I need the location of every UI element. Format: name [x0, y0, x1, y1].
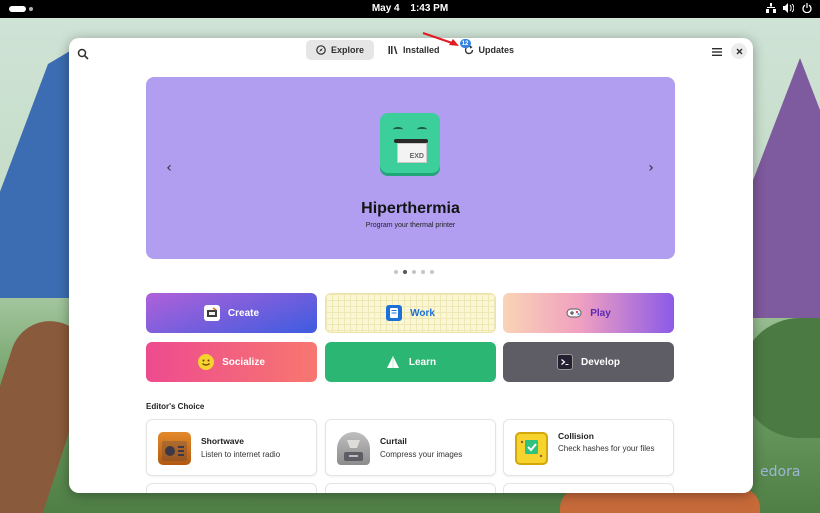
view-switcher: Explore Installed 12 Updates	[306, 39, 525, 60]
refresh-icon: 12	[459, 39, 474, 55]
featured-app-subtitle: Program your thermal printer	[365, 222, 456, 229]
app-card-name: Shortwave	[201, 436, 244, 446]
app-card-collision[interactable]: Collision Check hashes for your files	[503, 419, 674, 476]
app-card-partial[interactable]	[146, 483, 317, 493]
carousel-next-button[interactable]: ›	[644, 160, 658, 176]
work-icon	[386, 305, 403, 321]
tab-updates[interactable]: 12 Updates	[454, 39, 525, 60]
app-card-name: Curtail	[380, 436, 407, 446]
tab-installed[interactable]: Installed	[378, 40, 450, 60]
category-label: Develop	[581, 356, 620, 368]
header-bar: Explore Installed 12 Updates	[69, 38, 753, 64]
featured-app-title: Hiperthermia	[361, 200, 460, 217]
fedora-logo-text: edora	[760, 464, 801, 480]
app-card-shortwave[interactable]: Shortwave Listen to internet radio	[146, 419, 317, 476]
app-card-description: Listen to internet radio	[201, 450, 281, 459]
close-icon	[736, 48, 742, 54]
system-tray[interactable]	[765, 2, 812, 14]
hiperthermia-app-icon: EXD	[380, 113, 440, 173]
learn-icon	[385, 354, 401, 370]
updates-count-badge: 12	[459, 39, 471, 48]
smiley-icon	[198, 354, 215, 370]
app-card-description: Compress your images	[380, 450, 463, 459]
carousel-dot[interactable]	[394, 270, 398, 274]
category-create[interactable]: Create	[146, 293, 317, 333]
category-label: Socialize	[222, 356, 265, 368]
chevron-right-icon: ›	[648, 160, 654, 176]
search-icon[interactable]	[77, 45, 89, 60]
clock[interactable]: May 4 1:43 PM	[0, 3, 820, 14]
collision-icon	[515, 432, 548, 465]
power-icon	[801, 2, 812, 14]
compass-icon	[316, 45, 326, 55]
carousel-dot[interactable]	[412, 270, 416, 274]
carousel-previous-button[interactable]: ‹	[162, 160, 176, 176]
icon-eye	[417, 127, 427, 132]
category-play[interactable]: Play	[503, 293, 674, 333]
carousel-dot[interactable]	[430, 270, 434, 274]
top-bar: May 4 1:43 PM	[0, 0, 820, 18]
network-icon	[765, 2, 776, 14]
chevron-left-icon: ‹	[166, 160, 172, 176]
category-work[interactable]: Work	[325, 293, 496, 333]
create-icon	[203, 305, 220, 321]
icon-paper-label: EXD	[409, 153, 424, 160]
terminal-icon	[557, 354, 574, 370]
category-label: Play	[590, 307, 611, 319]
close-button[interactable]	[731, 43, 747, 59]
library-icon	[388, 45, 398, 55]
gamepad-icon	[566, 305, 582, 321]
app-card-partial[interactable]	[325, 483, 496, 493]
editors-choice-heading: Editor's Choice	[146, 402, 205, 411]
app-card-name: Collision	[558, 431, 594, 441]
carousel-page-indicator	[394, 270, 434, 274]
category-socialize[interactable]: Socialize	[146, 342, 317, 382]
category-label: Create	[227, 307, 260, 319]
tab-label: Updates	[478, 45, 515, 55]
app-card-description: Check hashes for your files	[558, 444, 655, 453]
software-window: Explore Installed 12 Updates ‹ › EXD Hip…	[69, 38, 753, 493]
icon-paper: EXD	[397, 143, 427, 163]
category-develop[interactable]: Develop	[503, 342, 674, 382]
icon-eye	[393, 127, 403, 132]
featured-carousel[interactable]: ‹ › EXD Hiperthermia Program your therma…	[146, 77, 675, 259]
category-label: Learn	[408, 356, 437, 368]
tab-explore[interactable]: Explore	[306, 40, 375, 60]
app-card-curtail[interactable]: Curtail Compress your images	[325, 419, 496, 476]
app-card-partial[interactable]	[503, 483, 674, 493]
volume-icon	[783, 2, 794, 14]
clock-date: May 4	[371, 3, 400, 14]
category-learn[interactable]: Learn	[325, 342, 496, 382]
radio-icon	[158, 432, 191, 465]
carousel-dot-active[interactable]	[403, 270, 407, 274]
curtail-icon	[337, 432, 370, 465]
tab-label: Installed	[403, 45, 440, 55]
tab-label: Explore	[331, 45, 365, 55]
hamburger-menu-icon[interactable]	[710, 44, 724, 58]
category-label: Work	[410, 307, 435, 319]
carousel-dot[interactable]	[421, 270, 425, 274]
clock-time: 1:43 PM	[410, 3, 449, 14]
